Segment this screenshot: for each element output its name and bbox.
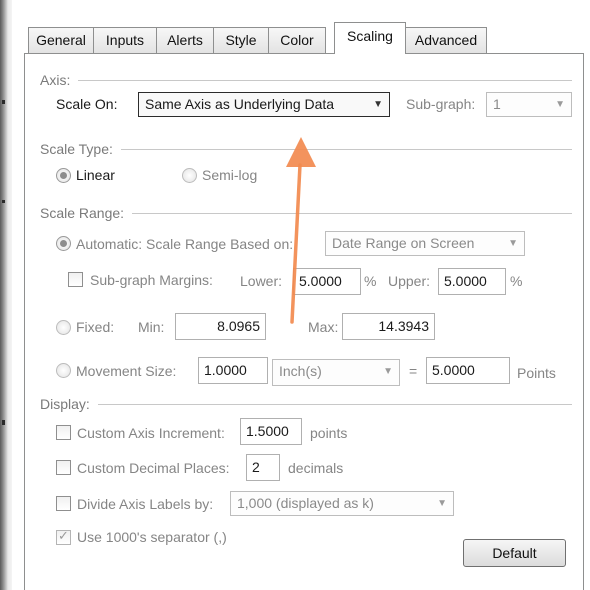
- min-label: Min:: [138, 319, 165, 335]
- divide-labels-select[interactable]: 1,000 (displayed as k) ▼: [230, 491, 454, 516]
- tab-color[interactable]: Color: [268, 27, 326, 53]
- subgraph-value: 1: [493, 96, 501, 112]
- max-input[interactable]: 14.3943: [342, 313, 435, 340]
- subgraph-label: Sub-graph:: [406, 96, 476, 112]
- points-label: Points: [517, 365, 556, 381]
- chevron-down-icon: ▼: [373, 99, 383, 110]
- linear-label: Linear: [76, 167, 115, 183]
- tab-scaling[interactable]: Scaling: [334, 22, 406, 54]
- edge-mark: [2, 100, 5, 104]
- divide-labels-label: Divide Axis Labels by:: [77, 496, 214, 512]
- tab-style[interactable]: Style: [213, 27, 269, 53]
- scale-range-group-header: Scale Range:: [40, 205, 572, 221]
- scale-on-select[interactable]: Same Axis as Underlying Data ▼: [138, 92, 390, 117]
- automatic-radio[interactable]: [56, 236, 71, 251]
- automatic-range-select[interactable]: Date Range on Screen ▼: [325, 231, 525, 256]
- custom-decimal-label: Custom Decimal Places:: [77, 460, 230, 476]
- chevron-down-icon: ▼: [437, 498, 447, 509]
- tab-advanced[interactable]: Advanced: [405, 27, 487, 53]
- semilog-radio[interactable]: [182, 168, 197, 183]
- movement-unit-value: Inch(s): [279, 363, 322, 379]
- movement-size-radio[interactable]: [56, 363, 71, 378]
- scale-range-group-label: Scale Range:: [40, 205, 125, 221]
- axis-group-header: Axis:: [40, 72, 572, 88]
- movement-size-label: Movement Size:: [76, 363, 177, 379]
- custom-decimal-checkbox[interactable]: [56, 460, 71, 475]
- custom-increment-input[interactable]: 1.5000: [240, 418, 302, 445]
- default-button[interactable]: Default: [463, 539, 566, 567]
- lower-label: Lower:: [240, 273, 283, 289]
- subgraph-margins-checkbox[interactable]: [68, 272, 83, 287]
- edge-mark: [2, 420, 5, 425]
- linear-radio[interactable]: [56, 168, 71, 183]
- lower-margin-input[interactable]: 5.0000: [293, 268, 361, 295]
- window-edge: [0, 0, 12, 590]
- custom-decimal-input[interactable]: 2: [246, 454, 280, 481]
- max-label: Max:: [308, 319, 339, 335]
- display-group-label: Display:: [40, 396, 90, 412]
- scale-type-group-label: Scale Type:: [40, 141, 113, 157]
- tab-general[interactable]: General: [28, 27, 94, 53]
- divide-labels-checkbox[interactable]: [56, 496, 71, 511]
- custom-increment-unit: points: [310, 425, 348, 441]
- lower-percent: %: [364, 273, 377, 289]
- automatic-label: Automatic: Scale Range Based on:: [76, 236, 294, 252]
- tab-alerts[interactable]: Alerts: [156, 27, 214, 53]
- custom-increment-label: Custom Axis Increment:: [77, 425, 225, 441]
- edge-mark: [2, 200, 5, 203]
- separator-checkbox[interactable]: ✓: [56, 528, 71, 545]
- axis-group-label: Axis:: [40, 72, 71, 88]
- chevron-down-icon: ▼: [555, 99, 565, 110]
- movement-size-input[interactable]: 1.0000: [198, 357, 268, 384]
- upper-percent: %: [510, 273, 523, 289]
- tab-inputs[interactable]: Inputs: [93, 27, 157, 53]
- checkmark-icon: ✓: [58, 528, 69, 543]
- subgraph-select[interactable]: 1 ▼: [486, 92, 572, 117]
- display-group-header: Display:: [40, 396, 572, 412]
- min-input[interactable]: 8.0965: [175, 313, 266, 340]
- equals-sign: =: [409, 363, 418, 379]
- scale-on-label: Scale On:: [56, 96, 118, 112]
- scale-on-value: Same Axis as Underlying Data: [145, 96, 335, 112]
- separator-label: Use 1000's separator (,): [77, 529, 227, 545]
- custom-decimal-unit: decimals: [288, 460, 344, 476]
- points-input[interactable]: 5.0000: [426, 357, 510, 384]
- chevron-down-icon: ▼: [383, 366, 393, 377]
- custom-increment-checkbox[interactable]: [56, 425, 71, 440]
- movement-unit-select[interactable]: Inch(s) ▼: [272, 359, 400, 386]
- fixed-label: Fixed:: [76, 319, 115, 335]
- semilog-label: Semi-log: [202, 167, 258, 183]
- upper-label: Upper:: [388, 273, 431, 289]
- automatic-range-value: Date Range on Screen: [332, 235, 475, 251]
- subgraph-margins-label: Sub-graph Margins:: [90, 272, 213, 288]
- divide-labels-value: 1,000 (displayed as k): [237, 495, 374, 511]
- upper-margin-input[interactable]: 5.0000: [438, 268, 506, 295]
- chevron-down-icon: ▼: [508, 238, 518, 249]
- fixed-radio[interactable]: [56, 320, 71, 335]
- scale-type-group-header: Scale Type:: [40, 141, 572, 157]
